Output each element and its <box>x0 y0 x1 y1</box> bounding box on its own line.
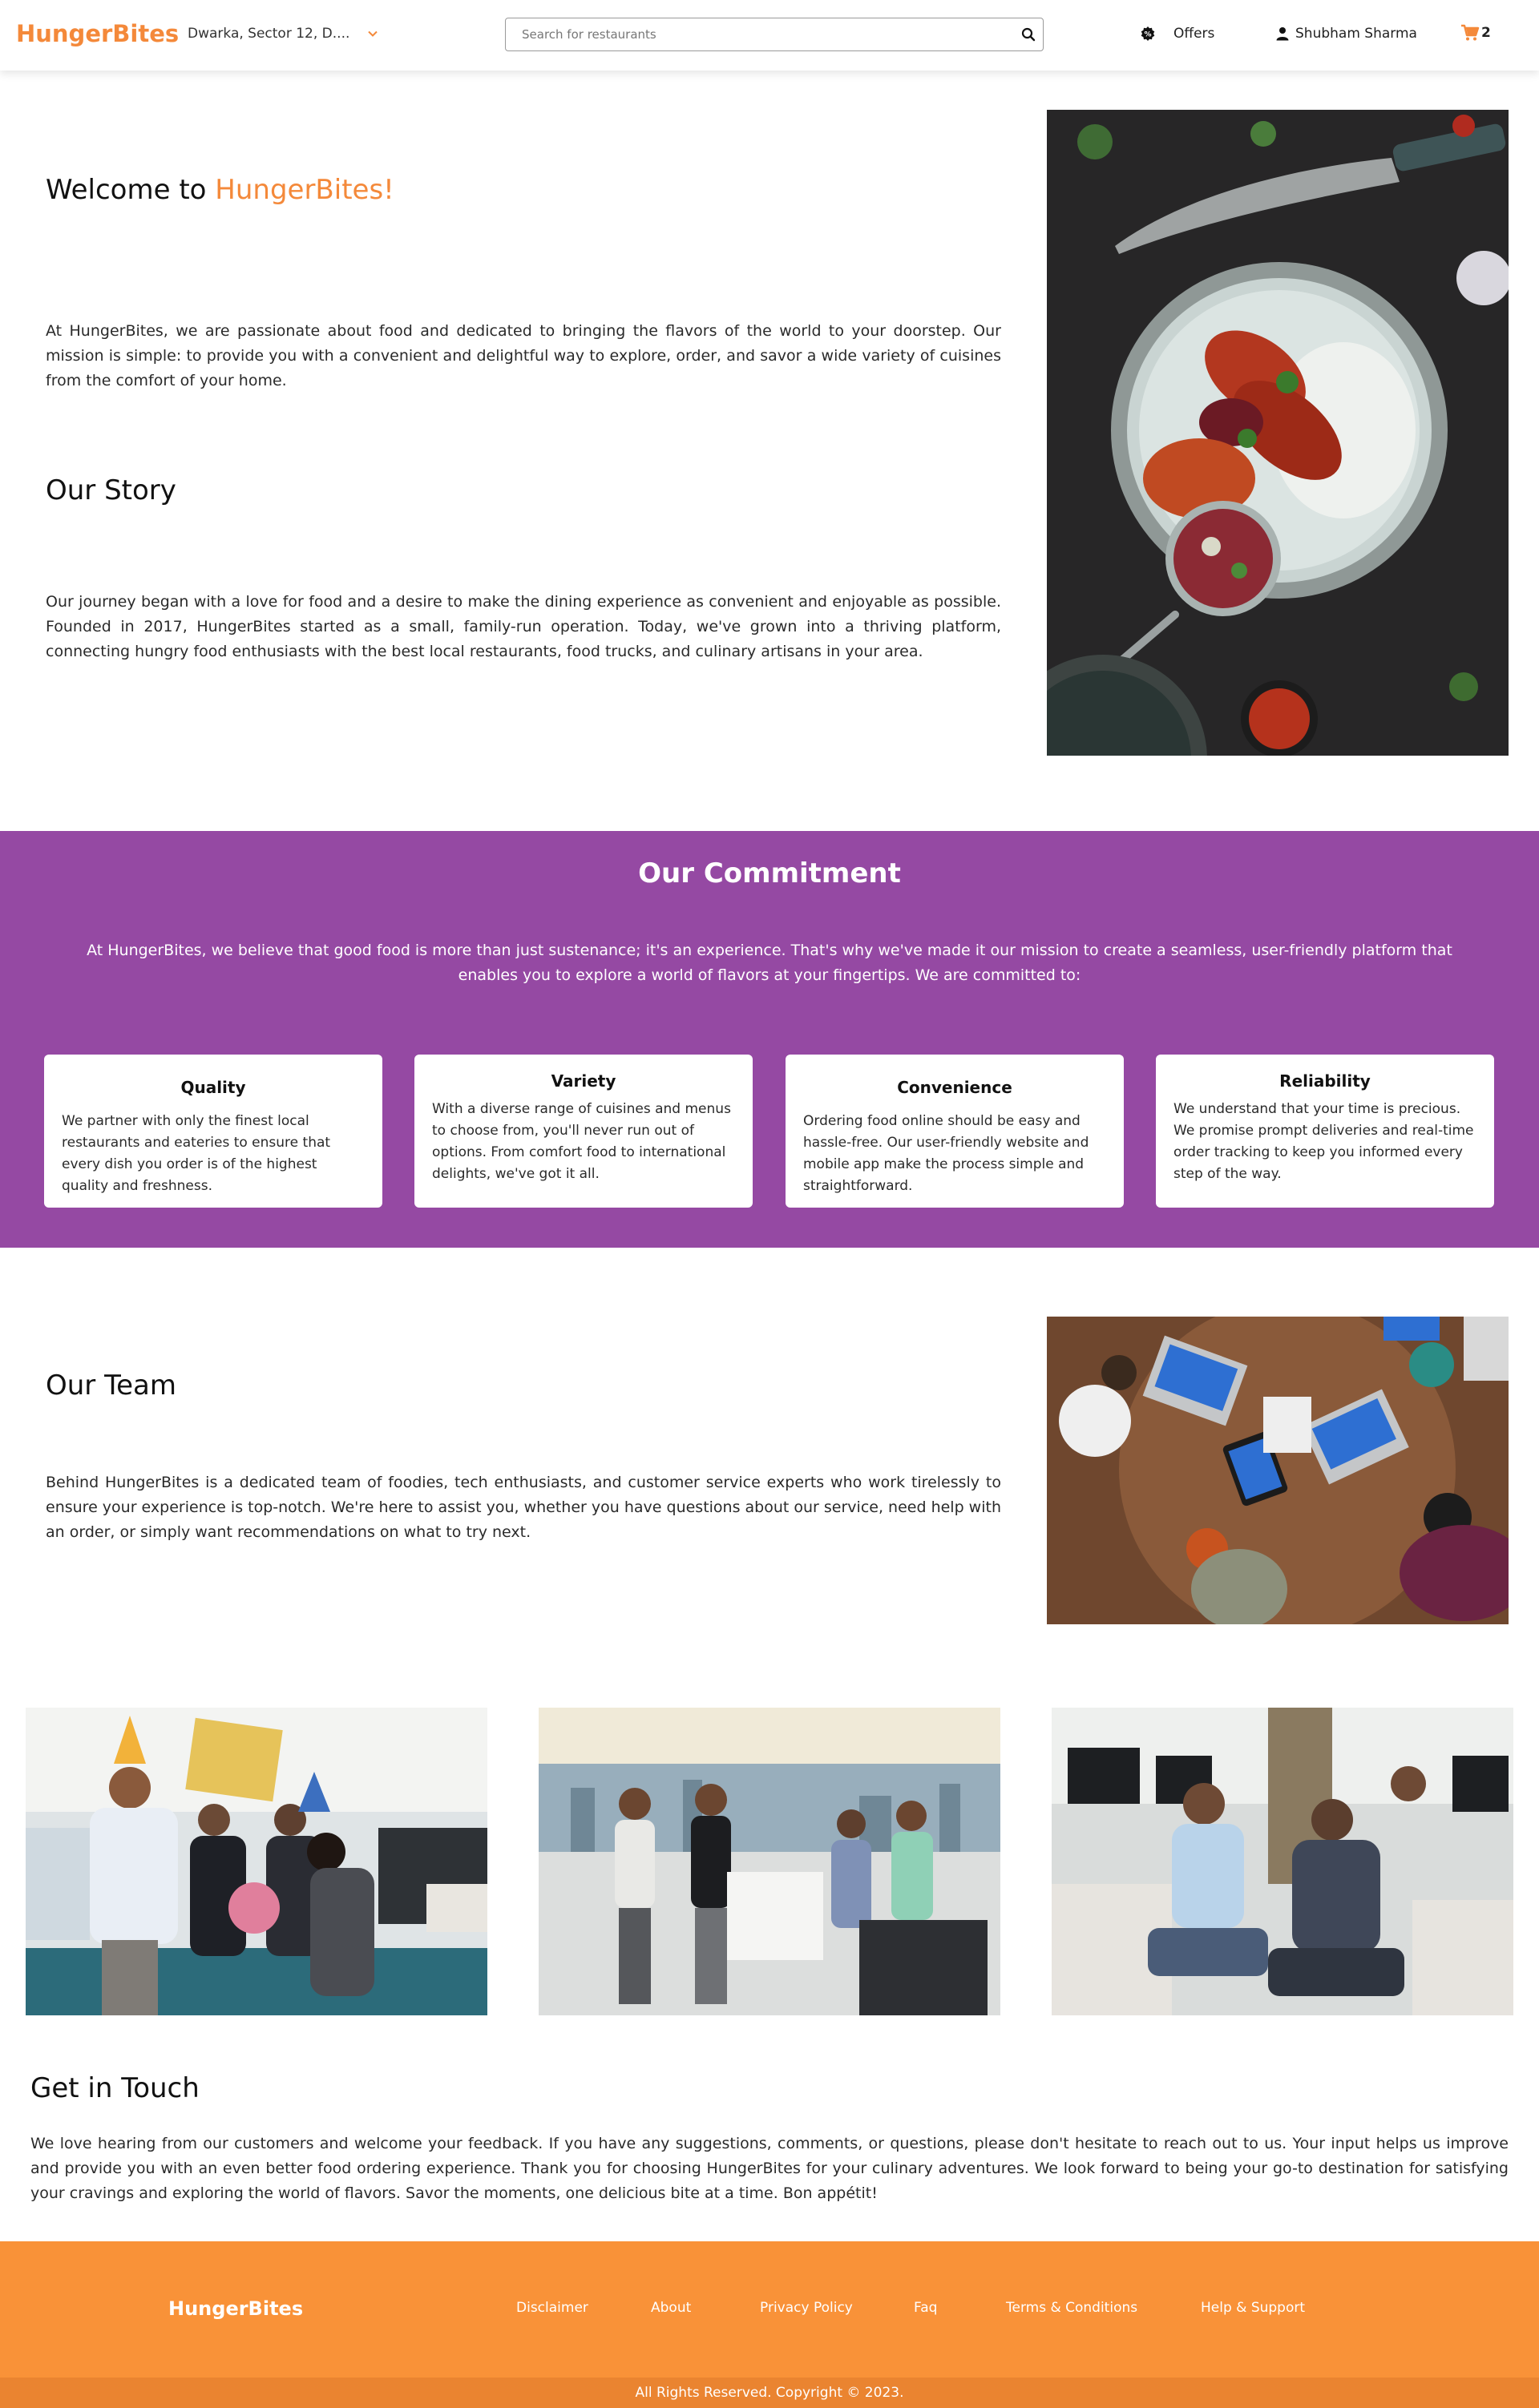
team-group-illustration <box>539 1708 1000 2015</box>
footer-link-disclaimer[interactable]: Disclaimer <box>516 2300 588 2316</box>
user-account-link[interactable]: Shubham Sharma <box>1276 26 1417 42</box>
welcome-heading: Welcome to HungerBites! <box>46 174 394 206</box>
team-heading: Our Team <box>46 1369 176 1402</box>
card-text: We partner with only the finest local re… <box>62 1113 331 1194</box>
site-footer: HungerBites Disclaimer About Privacy Pol… <box>0 2241 1539 2408</box>
commitment-card-reliability: Reliability We understand that your time… <box>1156 1055 1494 1208</box>
offers-label: Offers <box>1173 26 1215 42</box>
cart-link[interactable]: 2 <box>1460 24 1491 42</box>
cart-icon <box>1461 24 1480 41</box>
search-icon[interactable] <box>1020 26 1036 42</box>
food-plate-illustration <box>1047 110 1509 756</box>
team-group-photo <box>539 1708 1000 2015</box>
brand-logo[interactable]: HungerBites <box>16 20 179 47</box>
contact-heading: Get in Touch <box>30 2072 200 2104</box>
welcome-text: At HungerBites, we are passionate about … <box>46 322 1001 389</box>
commitment-card-convenience: Convenience Ordering food online should … <box>786 1055 1124 1208</box>
team-birthday-photo <box>26 1708 487 2015</box>
commitment-intro: At HungerBites, we believe that good foo… <box>87 942 1452 984</box>
card-text: We understand that your time is precious… <box>1173 1101 1474 1182</box>
search-input[interactable] <box>506 18 1003 50</box>
footer-logo[interactable]: HungerBites <box>168 2297 303 2320</box>
card-title: Convenience <box>897 1078 1012 1097</box>
card-text: Ordering food online should be easy and … <box>803 1113 1089 1194</box>
story-text: Our journey began with a love for food a… <box>46 593 1001 660</box>
svg-text:%: % <box>1144 31 1151 39</box>
location-selector[interactable]: Dwarka, Sector 12, D.... <box>188 26 378 42</box>
chevron-down-icon <box>368 30 378 37</box>
footer-link-about[interactable]: About <box>651 2300 691 2316</box>
top-navbar: HungerBites Dwarka, Sector 12, D.... % O… <box>0 0 1539 71</box>
team-meeting-illustration <box>1047 1317 1509 1624</box>
welcome-prefix: Welcome to <box>46 174 216 206</box>
commitment-card-variety: Variety With a diverse range of cuisines… <box>414 1055 753 1208</box>
footer-link-privacy-policy[interactable]: Privacy Policy <box>760 2300 853 2316</box>
card-title: Reliability <box>1279 1071 1371 1091</box>
card-text: With a diverse range of cuisines and men… <box>432 1101 731 1182</box>
user-icon <box>1276 27 1289 41</box>
user-name: Shubham Sharma <box>1295 26 1417 42</box>
team-celebration-illustration <box>1052 1708 1513 2015</box>
footer-link-help-support[interactable]: Help & Support <box>1201 2300 1305 2316</box>
commitment-section: Our Commitment At HungerBites, we believ… <box>0 831 1539 1248</box>
cart-count-badge: 2 <box>1481 25 1491 41</box>
team-birthday-illustration <box>26 1708 487 2015</box>
offers-link[interactable]: % Offers <box>1140 26 1214 42</box>
team-text: Behind HungerBites is a dedicated team o… <box>46 1474 1001 1541</box>
offer-badge-icon: % <box>1141 26 1155 41</box>
contact-text: We love hearing from our customers and w… <box>30 2135 1509 2202</box>
team-meeting-photo <box>1047 1317 1509 1624</box>
footer-link-terms[interactable]: Terms & Conditions <box>1006 2300 1137 2316</box>
card-title: Quality <box>180 1078 246 1097</box>
copyright-bar: All Rights Reserved. Copyright © 2023. <box>0 2378 1539 2408</box>
commitment-card-quality: Quality We partner with only the finest … <box>44 1055 382 1208</box>
team-celebration-photo <box>1052 1708 1513 2015</box>
story-heading: Our Story <box>46 474 176 506</box>
search-box <box>505 18 1044 51</box>
card-title: Variety <box>551 1071 616 1091</box>
commitment-heading: Our Commitment <box>638 857 901 889</box>
footer-link-faq[interactable]: Faq <box>914 2300 937 2316</box>
location-text: Dwarka, Sector 12, D.... <box>188 26 350 42</box>
welcome-brand: HungerBites! <box>215 174 394 206</box>
food-photo <box>1047 110 1509 756</box>
